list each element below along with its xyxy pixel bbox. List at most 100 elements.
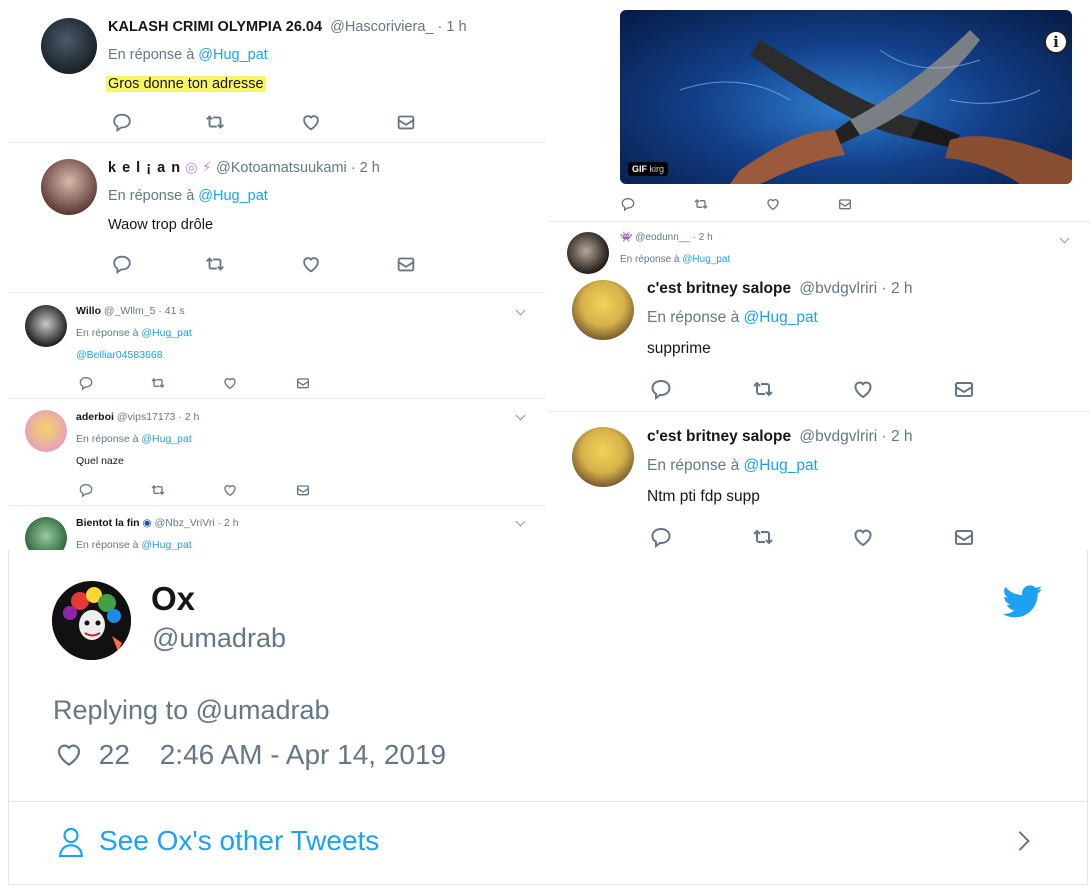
chevron-down-icon[interactable] [1059, 233, 1070, 244]
retweet-icon[interactable] [751, 525, 775, 549]
reply-icon[interactable] [649, 377, 673, 401]
reply-mention[interactable]: @Hug_pat [141, 433, 191, 445]
reply-mention[interactable]: @Hug_pat [744, 457, 818, 474]
reply-icon[interactable] [78, 482, 94, 498]
avatar[interactable] [41, 159, 97, 215]
like-icon[interactable] [222, 375, 238, 391]
tweet-bientot[interactable]: Bientot la fin ◉ @Nbz_VriVri · 2 h En ré… [8, 507, 546, 550]
see-other-tweets-label[interactable]: See Ox's other Tweets [99, 825, 379, 857]
reply-prefix: En réponse à [76, 433, 139, 445]
reply-icon[interactable] [111, 111, 133, 133]
author-name[interactable]: aderboi [76, 411, 114, 423]
timestamp[interactable]: · 2 h [881, 428, 912, 445]
avatar[interactable] [572, 280, 634, 340]
author-name[interactable]: c'est britney salope [647, 280, 791, 297]
tweet-willo[interactable]: Willo @_Wllm_5 · 41 s En réponse à @Hug_… [8, 293, 546, 399]
share-icon[interactable] [295, 375, 311, 391]
retweet-icon[interactable] [204, 253, 226, 275]
chevron-down-icon[interactable] [515, 516, 526, 527]
tweet-text: Quel naze [76, 455, 124, 467]
timestamp[interactable]: · 2 h [178, 411, 199, 423]
timestamp[interactable]: · 2 h [881, 280, 912, 297]
reply-mention[interactable]: @Hug_pat [141, 539, 191, 550]
reply-prefix: En réponse à [620, 254, 680, 265]
reply-icon[interactable] [111, 253, 133, 275]
like-count[interactable]: 22 [99, 739, 130, 770]
reply-mention[interactable]: @Hug_pat [198, 47, 268, 63]
reply-icon[interactable] [620, 196, 636, 212]
timestamp[interactable]: · 2 h [218, 517, 239, 529]
retweet-icon[interactable] [751, 377, 775, 401]
share-icon[interactable] [952, 377, 976, 401]
top-right-tweets: GIF kirg i 👾 @eodunn__ · 2 h En réponse … [548, 0, 1090, 280]
tweet-eodunn[interactable]: 👾 @eodunn__ · 2 h En réponse à @Hug_pat [548, 222, 1090, 280]
share-icon[interactable] [295, 482, 311, 498]
tweet-britney-2[interactable]: c'est britney salope @bvdgvlriri · 2 h E… [548, 413, 1090, 550]
like-icon[interactable] [222, 482, 238, 498]
author-handle[interactable]: @bvdgvlriri [799, 428, 877, 445]
sparkle-emoji-icon: ◎ ⚡ [185, 160, 212, 176]
avatar[interactable] [25, 410, 67, 452]
replying-to[interactable]: Replying to @umadrab [53, 695, 330, 726]
reply-mention[interactable]: @Hug_pat [198, 188, 268, 204]
avatar[interactable] [572, 427, 634, 487]
tweet-text: supprime [647, 340, 711, 357]
author-handle[interactable]: @vips17173 [117, 411, 176, 423]
author-handle[interactable]: @umadrab [152, 623, 286, 654]
reply-icon[interactable] [78, 375, 94, 391]
info-icon[interactable]: i [1044, 30, 1068, 54]
timestamp[interactable]: · 41 s [158, 305, 184, 317]
chevron-down-icon[interactable] [515, 305, 526, 316]
like-icon[interactable] [300, 111, 322, 133]
author-name[interactable]: Bientot la fin [76, 517, 140, 529]
author-handle[interactable]: @Hascoriviera_ [330, 19, 433, 35]
avatar[interactable] [25, 305, 67, 347]
avatar[interactable] [567, 232, 609, 274]
author-name[interactable]: k e l ¡ a n [108, 160, 181, 176]
tweet-kalash[interactable]: KALASH CRIMI OLYMPIA 26.04 @Hascoriviera… [8, 0, 546, 143]
retweet-icon[interactable] [204, 111, 226, 133]
timestamp[interactable]: · 1 h [438, 19, 467, 35]
author-handle[interactable]: @Kotoamatsuukami [216, 160, 347, 176]
tweet-text[interactable]: @Belliar04583668 [76, 349, 163, 361]
like-icon[interactable] [851, 525, 875, 549]
tweet-britney-1[interactable]: c'est britney salope @bvdgvlriri · 2 h E… [548, 280, 1090, 412]
author-name[interactable]: Ox [151, 580, 195, 618]
reply-mention[interactable]: @Hug_pat [682, 254, 730, 265]
tweet-timestamp[interactable]: 2:46 AM - Apr 14, 2019 [160, 739, 446, 770]
reply-mention[interactable]: @Hug_pat [744, 309, 818, 326]
author-handle[interactable]: @eodunn__ [635, 232, 690, 243]
retweet-icon[interactable] [150, 482, 166, 498]
like-icon[interactable] [300, 253, 322, 275]
avatar[interactable] [52, 581, 131, 660]
author-handle[interactable]: @Nbz_VriVri [155, 517, 215, 529]
chevron-down-icon[interactable] [515, 410, 526, 421]
timestamp[interactable]: · 2 h [693, 232, 713, 243]
share-icon[interactable] [395, 111, 417, 133]
share-icon[interactable] [837, 196, 853, 212]
knife-gif[interactable]: GIF kirg i [620, 10, 1072, 184]
author-name[interactable]: KALASH CRIMI OLYMPIA 26.04 [108, 19, 322, 35]
reply-icon[interactable] [649, 525, 673, 549]
like-icon[interactable] [765, 196, 781, 212]
retweet-icon[interactable] [693, 196, 709, 212]
timestamp[interactable]: · 2 h [351, 160, 380, 176]
author-name[interactable]: Willo [76, 305, 101, 317]
author-handle[interactable]: @_Wllm_5 [104, 305, 156, 317]
chevron-right-icon[interactable] [1010, 831, 1030, 851]
share-icon[interactable] [952, 525, 976, 549]
reply-mention[interactable]: @Hug_pat [141, 327, 191, 339]
see-other-tweets-link[interactable]: See Ox's other Tweets [9, 802, 1087, 884]
share-icon[interactable] [395, 253, 417, 275]
retweet-icon[interactable] [150, 375, 166, 391]
tweet-aderboi[interactable]: aderboi @vips17173 · 2 h En réponse à @H… [8, 400, 546, 506]
twitter-bird-icon[interactable] [1003, 585, 1043, 619]
author-handle[interactable]: @bvdgvlriri [799, 280, 877, 297]
avatar[interactable] [41, 18, 97, 74]
tweet-kelian[interactable]: k e l ¡ a n ◎ ⚡ @Kotoamatsuukami · 2 h E… [8, 144, 546, 290]
tweet-text: Waow trop drôle [108, 217, 214, 233]
like-icon[interactable] [851, 377, 875, 401]
heart-icon[interactable] [53, 739, 85, 769]
avatar[interactable] [25, 517, 67, 550]
author-name[interactable]: c'est britney salope [647, 428, 791, 445]
